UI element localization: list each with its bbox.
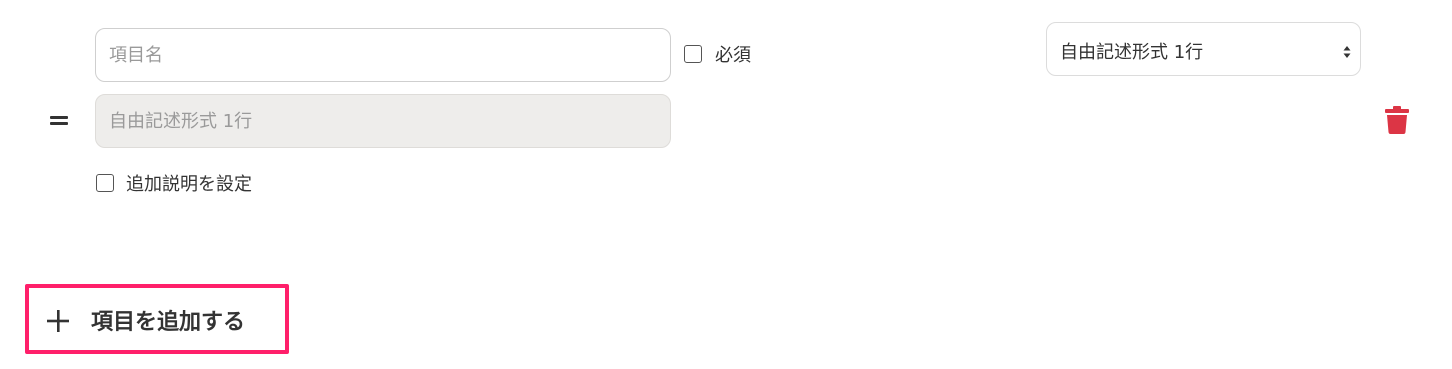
add-item-label: 項目を追加する [91,310,246,335]
description-checkbox-box[interactable] [96,174,114,192]
description-label: 追加説明を設定 [126,174,252,195]
required-checkbox[interactable]: 必須 [684,41,751,67]
answer-type-select[interactable]: 自由記述形式 1行 [1046,22,1361,76]
add-item-button[interactable]: 項目を追加する [25,284,289,354]
required-label: 必須 [715,45,751,66]
drag-handle-icon[interactable] [50,116,68,126]
answer-preview-input [95,94,671,148]
trash-icon[interactable] [1385,106,1409,134]
description-checkbox[interactable]: 追加説明を設定 [96,170,252,196]
required-checkbox-box[interactable] [684,45,702,63]
item-name-input[interactable] [95,28,671,82]
form-field-row: 必須 自由記述形式 1行 追加説明を設定 [0,0,1452,230]
plus-icon [47,310,69,332]
answer-type-selected: 自由記述形式 1行 [1060,42,1204,63]
select-arrows-icon [1343,46,1351,58]
